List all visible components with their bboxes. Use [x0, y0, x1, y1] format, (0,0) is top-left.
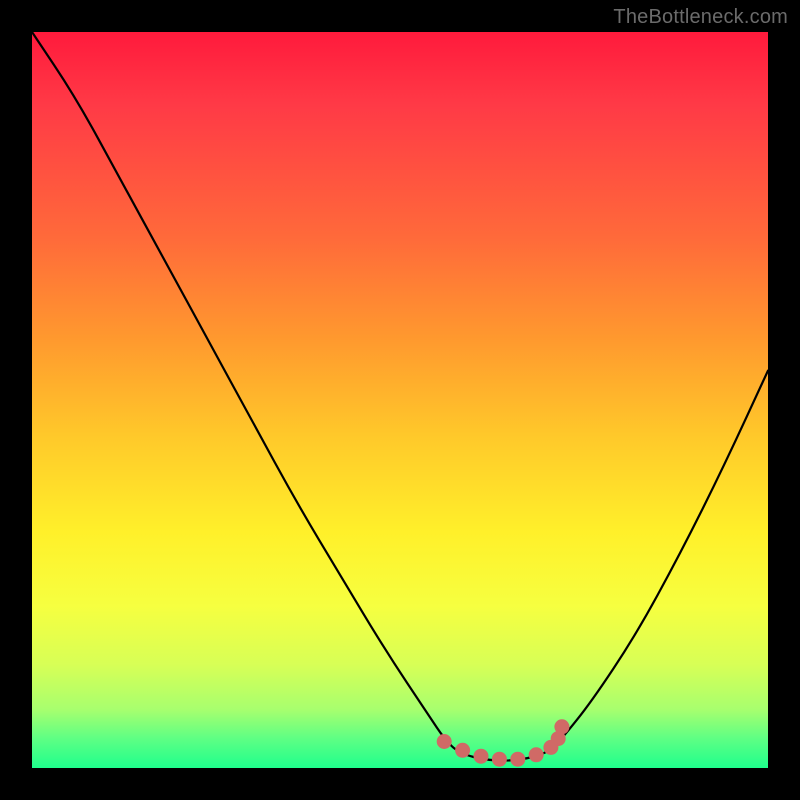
- optimal-range-dots: [32, 32, 768, 768]
- watermark-text: TheBottleneck.com: [613, 6, 788, 29]
- chart-frame: TheBottleneck.com: [0, 0, 800, 800]
- plot-area: [32, 32, 768, 768]
